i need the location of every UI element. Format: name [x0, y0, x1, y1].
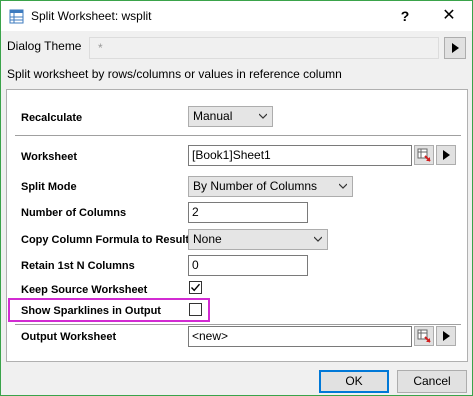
range-select-icon [417, 148, 431, 162]
number-of-columns-label: Number of Columns [21, 207, 127, 219]
split-mode-label: Split Mode [21, 181, 77, 193]
app-icon [9, 9, 24, 24]
ok-button[interactable]: OK [319, 370, 389, 393]
dialog-theme-field[interactable]: * [89, 37, 439, 59]
retain-columns-input[interactable]: 0 [188, 255, 308, 276]
recalculate-label: Recalculate [21, 112, 83, 124]
recalculate-select[interactable]: Manual [188, 106, 273, 127]
play-arrow-icon [452, 43, 459, 53]
chevron-down-icon [339, 183, 347, 189]
play-arrow-icon [443, 150, 450, 160]
keep-source-label: Keep Source Worksheet [21, 284, 148, 296]
worksheet-input[interactable]: [Book1]Sheet1 [188, 145, 412, 166]
output-worksheet-label: Output Worksheet [21, 331, 117, 343]
worksheet-select-button[interactable] [414, 145, 434, 165]
chevron-down-icon [314, 236, 322, 242]
close-button[interactable]: ✕ [429, 5, 469, 27]
worksheet-label: Worksheet [21, 151, 78, 163]
output-select-button[interactable] [414, 326, 434, 346]
output-worksheet-input[interactable]: <new> [188, 326, 412, 347]
chevron-down-icon [259, 113, 267, 119]
output-menu-button[interactable] [436, 326, 456, 346]
separator [15, 324, 461, 325]
checkmark-icon [190, 283, 201, 292]
theme-menu-button[interactable] [444, 37, 466, 59]
window-title: Split Worksheet: wsplit [31, 9, 152, 23]
highlight-box [8, 298, 210, 322]
copy-formula-value: None [193, 232, 222, 246]
number-of-columns-input[interactable]: 2 [188, 202, 308, 223]
dialog-theme-label: Dialog Theme [7, 39, 82, 53]
title-bar: Split Worksheet: wsplit ? ✕ [1, 1, 472, 31]
play-arrow-icon [443, 331, 450, 341]
split-mode-value: By Number of Columns [193, 179, 318, 193]
keep-source-checkbox[interactable] [189, 281, 202, 294]
split-worksheet-dialog: Split Worksheet: wsplit ? ✕ Dialog Theme… [0, 0, 473, 396]
copy-formula-label: Copy Column Formula to Result [21, 234, 190, 246]
retain-columns-label: Retain 1st N Columns [21, 260, 135, 272]
range-select-icon [417, 329, 431, 343]
worksheet-menu-button[interactable] [436, 145, 456, 165]
cancel-button[interactable]: Cancel [397, 370, 467, 393]
copy-formula-select[interactable]: None [188, 229, 328, 250]
help-button[interactable]: ? [385, 5, 425, 27]
dialog-description: Split worksheet by rows/columns or value… [7, 67, 342, 81]
recalculate-value: Manual [193, 109, 233, 123]
separator [15, 135, 461, 136]
split-mode-select[interactable]: By Number of Columns [188, 176, 353, 197]
